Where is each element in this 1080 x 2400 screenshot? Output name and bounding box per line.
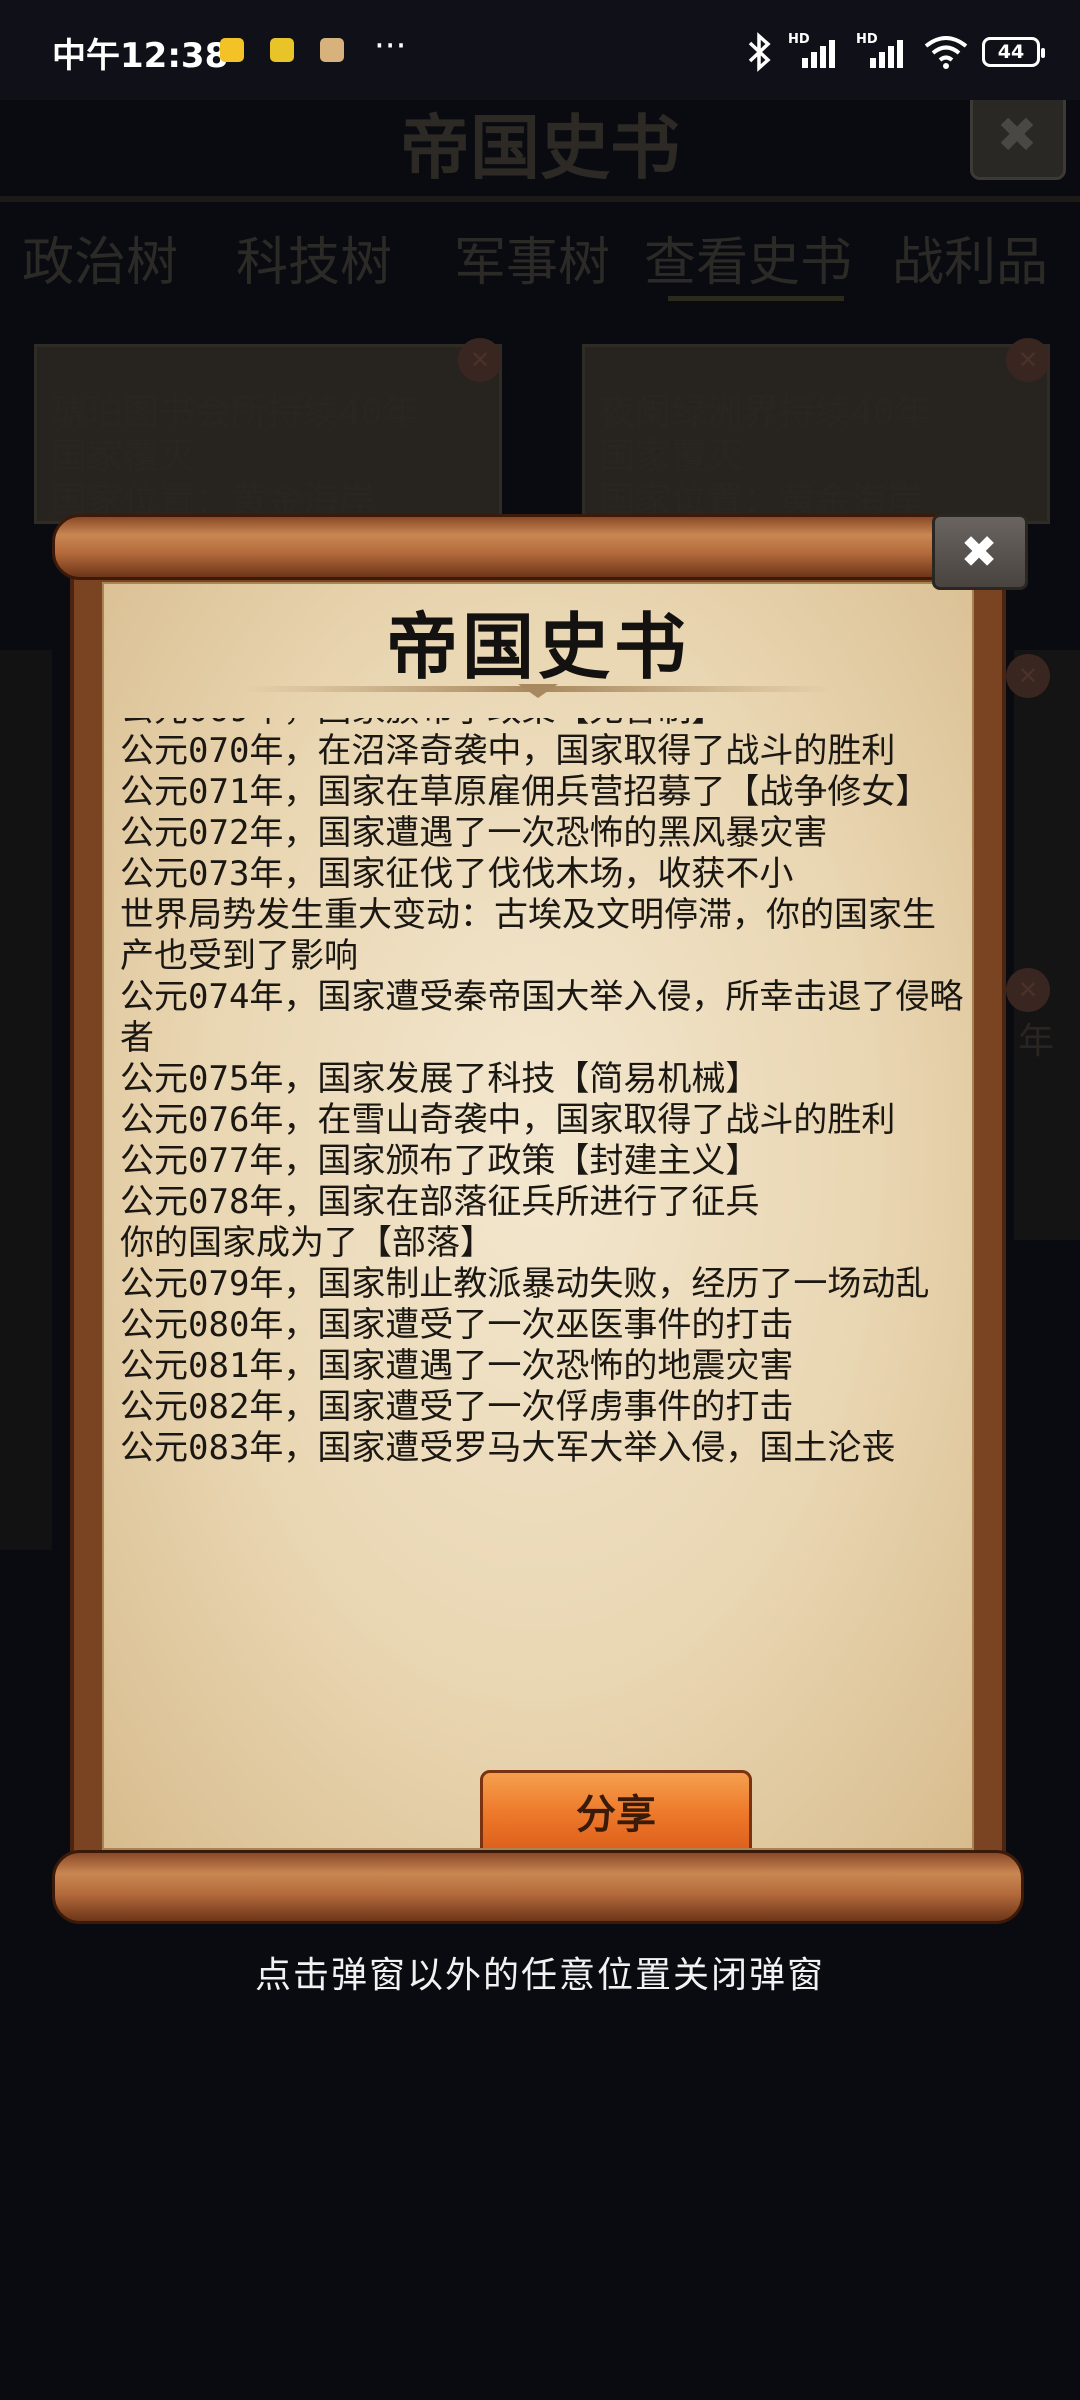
status-time: 中午12:38: [52, 36, 229, 76]
history-entry: 你的国家成为了【部落】: [120, 1223, 494, 1263]
history-entry: 公元080年，国家遭受了一次巫医事件的打击: [120, 1305, 794, 1345]
signal-icon: HD: [856, 32, 910, 72]
history-entry: 公元075年，国家发展了科技【简易机械】: [120, 1059, 760, 1099]
history-entry: 公元072年，国家遭遇了一次恐怖的黑风暴灾害: [120, 813, 828, 853]
scroll-roll-bottom: [52, 1850, 1024, 1924]
background-title: 帝国史书: [400, 107, 680, 189]
history-modal: 帝国史书 公元069年，国家颁布了政策【无言制】 公元070年，在沼泽奇袭中，国…: [52, 514, 1028, 1930]
tab-technology[interactable]: 科技树: [236, 220, 392, 295]
history-log[interactable]: 公元069年，国家颁布了政策【无言制】 公元070年，在沼泽奇袭中，国家取得了战…: [120, 718, 966, 1686]
close-button[interactable]: ✖: [932, 514, 1028, 590]
history-entry: 公元073年，国家征伐了伐伐木场，收获不小: [120, 854, 794, 894]
parchment: 帝国史书 公元069年，国家颁布了政策【无言制】 公元070年，在沼泽奇袭中，国…: [102, 582, 974, 1850]
tab-spoils[interactable]: 战利品: [892, 220, 1048, 295]
app-notification-icon: [320, 38, 344, 62]
tab-bar: 政治树 科技树 军事树 查看史书 战利品: [0, 220, 1080, 293]
history-list: 公元069年，国家颁布了政策【无言制】 公元070年，在沼泽奇袭中，国家取得了战…: [120, 718, 966, 1469]
dismiss-hint: 点击弹窗以外的任意位置关闭弹窗: [254, 1955, 825, 1996]
history-entry: 公元077年，国家颁布了政策【封建主义】: [120, 1141, 760, 1181]
scroll-roll-top: [52, 514, 1024, 580]
title-ornament: [518, 684, 558, 698]
history-entry: 公元083年，国家遭受罗马大军大举入侵，国土沦丧: [120, 1428, 896, 1468]
history-entry: 公元070年，在沼泽奇袭中，国家取得了战斗的胜利: [120, 731, 896, 771]
history-card[interactable]: 夜阑绿洲界持续40年 国家覆灭 国家位置：黄金海岸: [582, 344, 1050, 524]
wifi-icon: [924, 36, 968, 69]
history-entry: 公元074年，国家遭受秦帝国大举入侵，所幸击退了侵略者: [120, 977, 964, 1058]
history-entry: 公元069年，国家颁布了政策【无言制】: [120, 718, 966, 731]
signal-icon: HD: [788, 32, 842, 72]
history-entry: 公元081年，国家遭遇了一次恐怖的地震灾害: [120, 1346, 794, 1386]
scroll-body: 帝国史书 公元069年，国家颁布了政策【无言制】 公元070年，在沼泽奇袭中，国…: [70, 568, 1006, 1864]
history-entry: 公元082年，国家遭受了一次俘虏事件的打击: [120, 1387, 794, 1427]
card-delete-icon[interactable]: ✕: [1006, 338, 1050, 382]
divider: [0, 196, 1080, 202]
modal-title: 帝国史书: [385, 605, 690, 689]
tab-politics[interactable]: 政治树: [22, 220, 178, 295]
background-close-button[interactable]: ✖: [970, 90, 1066, 180]
status-bar: 中午12:38 ··· HD HD 44: [0, 0, 1080, 100]
tab-military[interactable]: 军事树: [454, 220, 610, 295]
history-card[interactable]: 琥珀图书会所持续40年 国家覆灭 国家位置：黄金海岸: [34, 344, 502, 524]
more-notifications-icon: ···: [374, 26, 407, 66]
app-notification-icon: [270, 38, 294, 62]
active-tab-indicator: [668, 296, 844, 301]
tab-history[interactable]: 查看史书: [644, 220, 852, 295]
share-button[interactable]: 分享: [480, 1770, 752, 1848]
battery-icon: 44: [982, 37, 1045, 67]
background-card-edge: [0, 650, 52, 1550]
card-delete-icon[interactable]: ✕: [458, 338, 502, 382]
history-entry: 公元078年，国家在部落征兵所进行了征兵: [120, 1182, 760, 1222]
mail-notification-icon: [220, 38, 244, 62]
history-entry: 世界局势发生重大变动：古埃及文明停滞，你的国家生产也受到了影响: [120, 895, 936, 976]
history-entry: 公元079年，国家制止教派暴动失败，经历了一场动乱: [120, 1264, 930, 1304]
history-entry: 公元071年，国家在草原雇佣兵营招募了【战争修女】: [120, 772, 930, 812]
bluetooth-icon: [748, 32, 771, 72]
history-entry: 公元076年，在雪山奇袭中，国家取得了战斗的胜利: [120, 1100, 896, 1140]
